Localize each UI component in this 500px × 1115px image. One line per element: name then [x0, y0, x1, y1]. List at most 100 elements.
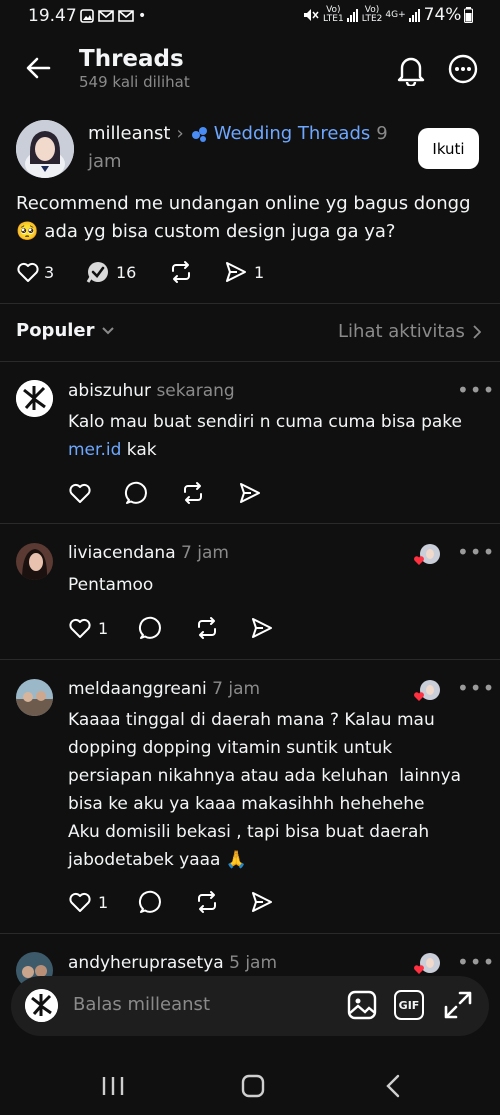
status-time: 19.47 [28, 6, 77, 26]
pleading-emoji: 🥺 [16, 221, 39, 242]
comment-icon[interactable] [138, 890, 162, 914]
my-avatar [25, 989, 58, 1022]
nav-home-icon [241, 1074, 265, 1098]
sort-dropdown[interactable]: Populer [16, 320, 115, 341]
heart-icon [69, 618, 91, 638]
view-count: 549 kali dilihat [79, 73, 190, 91]
comment-username[interactable]: abiszuhur [68, 381, 151, 401]
comment-avatar[interactable] [16, 380, 53, 417]
repost-icon[interactable] [180, 481, 206, 505]
like-action[interactable]: 1 [68, 890, 138, 914]
repost-icon[interactable] [194, 616, 220, 640]
post-time-unit: jam [88, 151, 122, 172]
heart-icon[interactable] [68, 481, 92, 505]
gallery-icon [80, 9, 94, 23]
system-nav-bar [0, 1052, 500, 1115]
comment-more-button[interactable]: ••• [457, 378, 495, 402]
comment-text-line-4: bisa ke aku ya kaaa makasihhh hehehehe [68, 794, 425, 814]
send-icon[interactable] [250, 616, 274, 640]
like-count: 3 [44, 262, 55, 282]
page-title: Threads [79, 46, 184, 72]
sort-label: Populer [16, 320, 95, 341]
attach-image-button[interactable] [347, 990, 377, 1020]
comment-more-button[interactable]: ••• [457, 540, 495, 564]
author-avatar[interactable] [16, 120, 74, 178]
community-link[interactable]: Wedding Threads [214, 123, 371, 144]
divider [0, 659, 500, 660]
notification-icons: • [80, 9, 146, 23]
comment-text-line-1: Kaaaa tinggal di daerah mana ? Kalau mau [68, 710, 435, 730]
comment-more-button[interactable]: ••• [457, 676, 495, 700]
signal-icon-2 [408, 9, 420, 22]
comment-icon[interactable] [138, 616, 162, 640]
gif-icon: GIF [398, 998, 420, 1012]
heart-icon [17, 262, 39, 282]
comment-text: Kalo mau buat sendiri n cuma cuma bisa p… [68, 412, 463, 432]
comment-username[interactable]: andyheruprasetya [68, 953, 224, 973]
bell-icon [397, 57, 425, 86]
chevron-down-icon [101, 326, 114, 334]
liked-by-author-icon [414, 953, 440, 974]
nav-home-button[interactable] [241, 1074, 265, 1098]
comment-header: liviacendana 7 jam [68, 543, 229, 563]
comment-count: 16 [116, 262, 137, 282]
comment-header: abiszuhur sekarang [68, 381, 235, 401]
chevron-right-icon: › [176, 123, 184, 144]
sim2-label: Vo) LTE2 [361, 5, 383, 24]
divider [0, 933, 500, 934]
signal-icon-1 [346, 9, 358, 22]
activity-label: Lihat aktivitas [338, 321, 465, 342]
comment-check-icon [86, 262, 108, 283]
post-actions: 3 16 1 [16, 260, 264, 284]
comment-action[interactable]: 16 [86, 260, 168, 284]
comment-text-line-3: persiapan nikahnya atau ada keluhan lain… [68, 766, 462, 786]
like-action[interactable]: 3 [16, 260, 96, 284]
network-label: 4G+ [385, 9, 406, 20]
send-icon[interactable] [238, 481, 262, 505]
community-icon [191, 126, 207, 142]
author-name[interactable]: milleanst [88, 123, 171, 144]
comment-text: Pentamoo [68, 575, 154, 595]
nav-recents-button[interactable] [101, 1076, 125, 1096]
avatar-photo [25, 989, 58, 1022]
comment-username[interactable]: meldaanggreani [68, 679, 207, 699]
comment-link[interactable]: mer.id [68, 440, 121, 460]
comment-username[interactable]: liviacendana [68, 543, 176, 563]
nav-recents-icon [102, 1077, 124, 1095]
comment-text-line-2: dopping dopping vitamin suntik untuk [68, 738, 393, 758]
more-options-button[interactable] [448, 54, 478, 84]
comment-avatar[interactable] [16, 543, 53, 580]
like-action[interactable]: 1 [68, 616, 138, 640]
gmail-icon-2 [118, 10, 134, 22]
comment-text-line-6: jabodetabek yaaa 🙏 [68, 850, 248, 870]
comment-avatar[interactable] [16, 679, 53, 716]
notifications-button[interactable] [396, 54, 426, 86]
send-icon[interactable] [250, 890, 274, 914]
liked-by-author-icon [414, 680, 440, 701]
expand-composer-button[interactable] [443, 990, 473, 1020]
expand-icon [444, 991, 472, 1019]
share-action[interactable]: 1 [224, 260, 264, 284]
follow-button[interactable]: Ikuti [418, 128, 479, 169]
reply-bar: Balas milleanst GIF [11, 976, 489, 1036]
comment-more-button[interactable]: ••• [457, 950, 495, 974]
reply-input[interactable]: Balas milleanst [73, 994, 210, 1015]
repost-action[interactable] [168, 260, 224, 284]
like-count: 1 [98, 618, 109, 638]
back-button[interactable] [24, 54, 52, 82]
comment-actions: 1 [68, 890, 274, 914]
repost-icon [172, 261, 190, 283]
repost-icon[interactable] [194, 890, 220, 914]
more-circle-icon [448, 54, 478, 84]
divider [0, 303, 500, 304]
nav-back-button[interactable] [384, 1074, 402, 1098]
nav-back-icon [386, 1074, 400, 1098]
comment-time: 7 jam [212, 679, 261, 699]
divider [0, 361, 500, 362]
gif-button[interactable]: GIF [394, 990, 424, 1020]
comment-time: sekarang [156, 381, 235, 401]
avatar-photo [16, 380, 53, 417]
activity-link[interactable]: Lihat aktivitas [338, 321, 481, 342]
avatar-photo [16, 679, 53, 716]
comment-icon[interactable] [124, 481, 148, 505]
